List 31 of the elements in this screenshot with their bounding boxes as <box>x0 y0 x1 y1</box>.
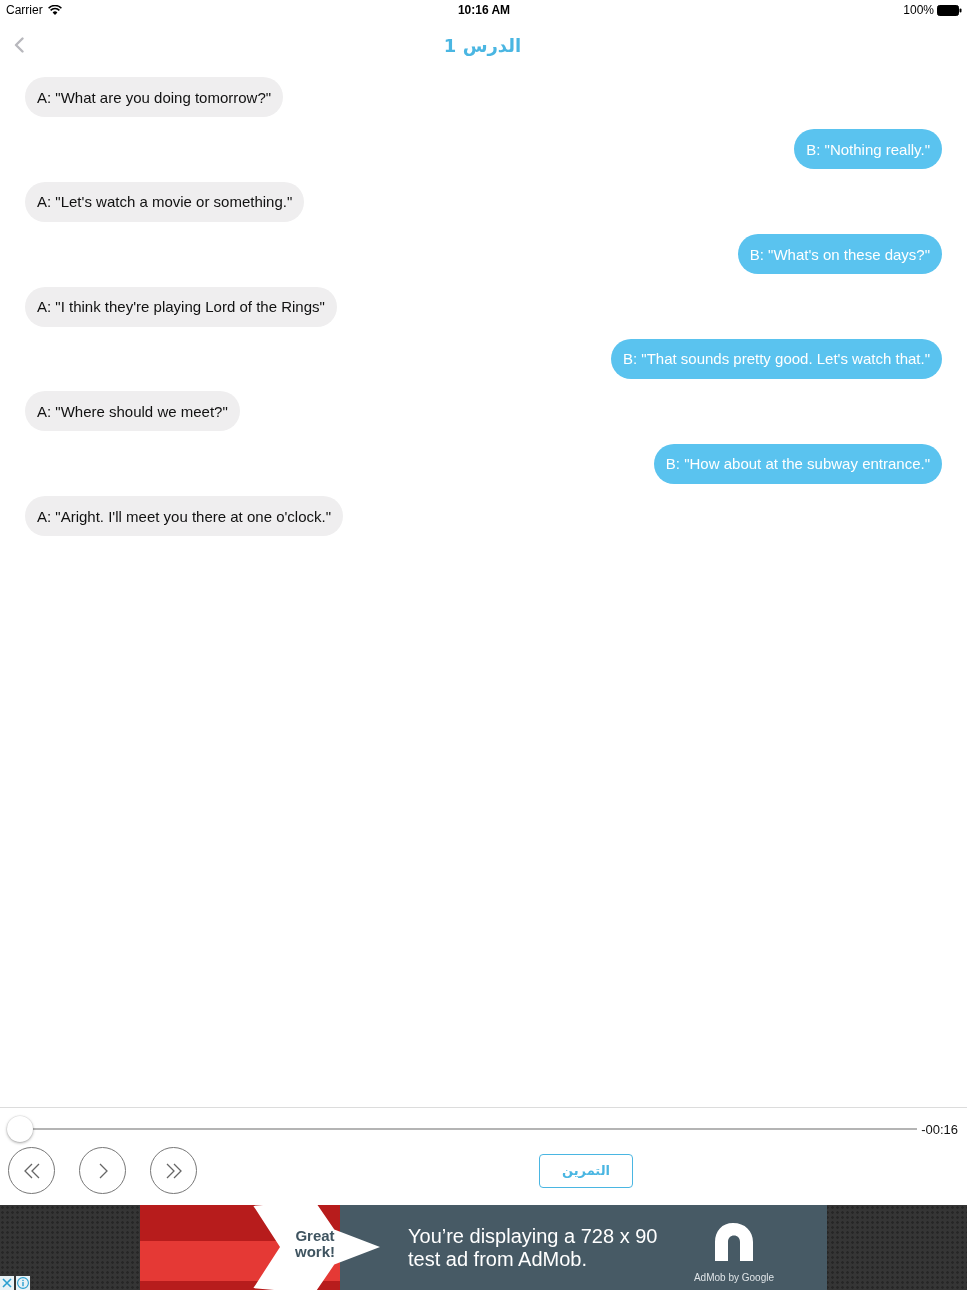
message-bubble: B: "How about at the subway entrance." <box>653 443 942 484</box>
carrier-name: Carrier <box>6 3 43 17</box>
double-chevron-left-icon <box>23 1162 40 1179</box>
status-time: 10:16 AM <box>457 3 511 17</box>
ad-brand-text: AdMob by Google <box>693 1271 774 1283</box>
skip-forward-button[interactable] <box>150 1147 197 1194</box>
ad-banner[interactable]: Great work! You’re displaying a 728 x 90 test ad from AdMob. AdMob by Google <box>140 1205 827 1290</box>
info-icon[interactable] <box>16 1276 30 1290</box>
skip-back-button[interactable] <box>8 1147 55 1194</box>
message-bubble: B: "What's on these days?" <box>737 234 942 275</box>
message-bubble: A: "What are you doing tomorrow?" <box>25 77 284 117</box>
lesson-title: الدرس 1 <box>443 34 522 56</box>
slider-thumb[interactable] <box>7 1116 33 1142</box>
double-chevron-right-icon <box>165 1162 182 1179</box>
ad-badge-text: Great work! <box>294 1228 336 1260</box>
message-bubble: A: "Let's watch a movie or something." <box>25 181 305 222</box>
battery-percent: 100% <box>903 3 934 17</box>
message-bubble: B: "That sounds pretty good. Let's watch that." <box>610 338 942 379</box>
back-button[interactable] <box>14 37 24 53</box>
ad-message: You’re displaying a 728 x 90 test ad from AdMob. <box>408 1224 659 1271</box>
close-icon[interactable] <box>0 1276 14 1290</box>
message-bubble: A: "Aright. I'll meet you there at one o'clock." <box>25 496 344 537</box>
message-bubble: A: "I think they're playing Lord of the Rings" <box>25 286 337 327</box>
next-button[interactable] <box>79 1147 126 1194</box>
battery-icon <box>937 4 962 16</box>
remaining-time: -00:16 <box>921 1121 958 1137</box>
message-bubble: A: "Where should we meet?" <box>25 391 240 432</box>
message-bubble: B: "Nothing really." <box>794 129 942 170</box>
wifi-icon <box>47 5 62 15</box>
chevron-left-icon <box>14 37 24 53</box>
logo-icon <box>712 1220 755 1263</box>
